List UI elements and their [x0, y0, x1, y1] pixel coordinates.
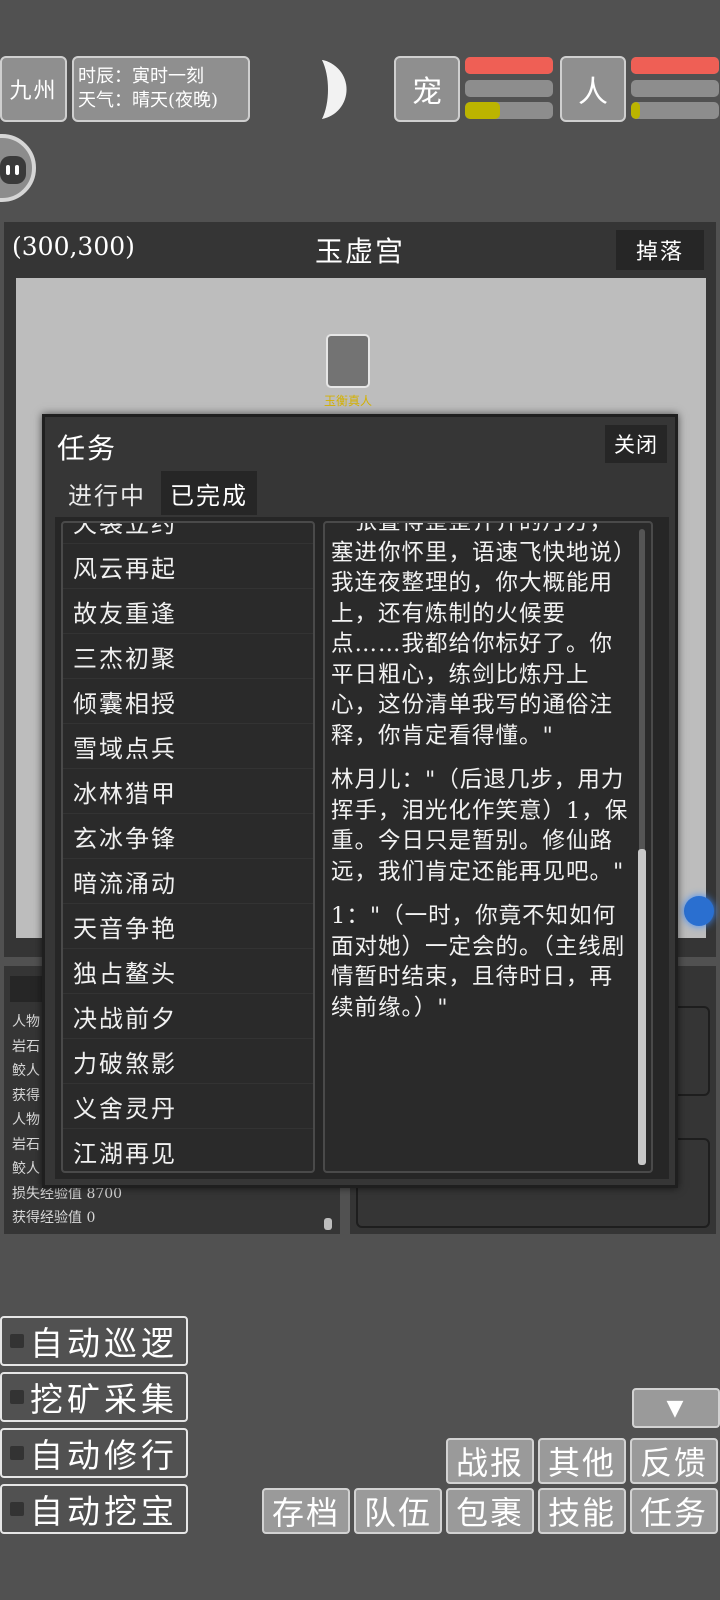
tab-completed-label: 已完成	[170, 481, 248, 510]
menu-button[interactable]: 存档	[262, 1488, 350, 1534]
toggle-indicator-icon	[10, 1390, 24, 1404]
toggle-indicator-icon	[10, 1446, 24, 1460]
quest-list-item[interactable]: 江湖再见	[63, 1129, 313, 1171]
quest-list-item[interactable]: 三杰初聚	[63, 634, 313, 679]
quest-list-item[interactable]: 独占鳌头	[63, 949, 313, 994]
person-button-label: 人	[578, 75, 608, 110]
drop-button-label: 掉落	[635, 240, 684, 265]
pet-button-label: 宠	[412, 75, 442, 110]
npc-name: 玉衡真人	[323, 394, 372, 408]
menu-button[interactable]: 任务	[630, 1488, 718, 1534]
time-label: 时辰：寅时一刻	[78, 66, 204, 87]
pet-mp-bar	[465, 80, 553, 97]
chat-icon	[0, 156, 26, 184]
collapse-button[interactable]: ▼	[632, 1388, 720, 1428]
portal-icon[interactable]	[684, 896, 714, 926]
quest-list-item[interactable]: 风云再起	[63, 544, 313, 589]
auto-toggle-button[interactable]: 自动巡逻	[0, 1316, 188, 1366]
auto-toggle-button[interactable]: 自动修行	[0, 1428, 188, 1478]
collapse-icon: ▼	[666, 1395, 686, 1421]
menu-button[interactable]: 包裹	[446, 1488, 534, 1534]
menu-button-label: 其他	[547, 1444, 616, 1482]
pet-hp-bar	[465, 57, 553, 74]
quest-list-item[interactable]: 玄冰争锋	[63, 814, 313, 859]
auto-toggle-button[interactable]: 挖矿采集	[0, 1372, 188, 1422]
floating-chat-button[interactable]	[0, 134, 36, 202]
quest-close-label: 关闭	[614, 433, 658, 457]
menu-button[interactable]: 战报	[446, 1438, 534, 1484]
tab-completed[interactable]: 已完成	[161, 471, 257, 515]
menu-button[interactable]: 其他	[538, 1438, 626, 1484]
menu-button-label: 队伍	[363, 1494, 432, 1532]
toggle-indicator-icon	[10, 1502, 24, 1516]
menu-button-label: 任务	[639, 1494, 708, 1532]
time-weather-panel: 时辰：寅时一刻 天气：晴天(夜晚)	[72, 56, 250, 122]
quest-list-item[interactable]: 决战前夕	[63, 994, 313, 1039]
menu-button-label: 包裹	[455, 1494, 524, 1532]
quest-detail-paragraph: 一张叠得整整齐齐的丹方，塞进你怀里，语速飞快地说）我连夜整理的，你大概能用上，还…	[331, 521, 626, 749]
map-location-title: 玉虚宫	[314, 235, 405, 268]
log-line: 获得经验值 0	[12, 1210, 96, 1226]
auto-toggle-label: 自动挖宝	[30, 1492, 178, 1531]
person-button[interactable]: 人	[560, 56, 626, 122]
quest-list-item[interactable]: 义舍灵丹	[63, 1084, 313, 1129]
quest-list-item[interactable]: 故友重逢	[63, 589, 313, 634]
quest-modal: 任务 关闭 进行中 已完成 天裂立约 风云再起 故友重逢 三杰初聚 倾囊相授 雪域点兵 冰林…	[42, 414, 678, 1188]
quest-detail-paragraph: 林月儿："（后退几步，用力挥手，泪光化作笑意）1，保重。今日只是暂别。修仙路远，…	[331, 767, 629, 885]
person-mp-bar	[631, 80, 719, 97]
drop-button[interactable]: 掉落	[616, 230, 704, 270]
menu-button-label: 技能	[547, 1494, 616, 1532]
auto-toggle-label: 自动修行	[30, 1436, 178, 1475]
person-exp-bar	[631, 102, 719, 119]
auto-toggle-label: 自动巡逻	[30, 1324, 178, 1363]
quest-list-item[interactable]: 暗流涌动	[63, 859, 313, 904]
quest-content: 天裂立约 风云再起 故友重逢 三杰初聚 倾囊相授 雪域点兵 冰林猎甲 玄冰争锋 暗流涌动 天音争艳…	[55, 517, 669, 1179]
quest-detail[interactable]: 一张叠得整整齐齐的丹方，塞进你怀里，语速飞快地说）我连夜整理的，你大概能用上，还…	[323, 521, 653, 1173]
menu-button-label: 反馈	[639, 1444, 708, 1482]
quest-list-item[interactable]: 雪域点兵	[63, 724, 313, 769]
npc-marker[interactable]	[326, 334, 370, 388]
menu-button[interactable]: 技能	[538, 1488, 626, 1534]
quest-list-item[interactable]: 力破煞影	[63, 1039, 313, 1084]
person-hp-bar	[631, 57, 719, 74]
quest-close-button[interactable]: 关闭	[605, 425, 667, 463]
quest-detail-paragraph: 1："（一时，你竟不知如何面对她）一定会的。（主线剧情暂时结束，且待时日，再续前…	[331, 903, 626, 1021]
weather-label: 天气：晴天(夜晚)	[78, 90, 219, 111]
pet-exp-bar	[465, 102, 553, 119]
menu-button-label: 战报	[455, 1444, 524, 1482]
quest-modal-title: 任务	[57, 432, 118, 465]
toggle-indicator-icon	[10, 1334, 24, 1348]
tab-in-progress[interactable]: 进行中	[59, 471, 155, 515]
quest-list-item[interactable]: 天音争艳	[63, 904, 313, 949]
menu-button-label: 存档	[271, 1494, 340, 1532]
tab-in-progress-label: 进行中	[68, 481, 146, 510]
moon-icon	[318, 58, 354, 121]
quest-list-item[interactable]: 倾囊相授	[63, 679, 313, 724]
auto-toggle-button[interactable]: 自动挖宝	[0, 1484, 188, 1534]
quest-list[interactable]: 天裂立约 风云再起 故友重逢 三杰初聚 倾囊相授 雪域点兵 冰林猎甲 玄冰争锋 暗流涌动 天音争艳…	[61, 521, 315, 1173]
region-button[interactable]: 九州	[0, 56, 67, 122]
log-scrollbar[interactable]	[324, 1218, 332, 1230]
quest-list-item[interactable]: 天裂立约	[63, 523, 313, 544]
menu-button[interactable]: 反馈	[630, 1438, 718, 1484]
pet-button[interactable]: 宠	[394, 56, 460, 122]
detail-scrollbar-thumb[interactable]	[638, 849, 646, 1165]
menu-button[interactable]: 队伍	[354, 1488, 442, 1534]
quest-list-item[interactable]: 冰林猎甲	[63, 769, 313, 814]
auto-toggle-label: 挖矿采集	[30, 1380, 178, 1419]
region-button-label: 九州	[9, 79, 58, 104]
